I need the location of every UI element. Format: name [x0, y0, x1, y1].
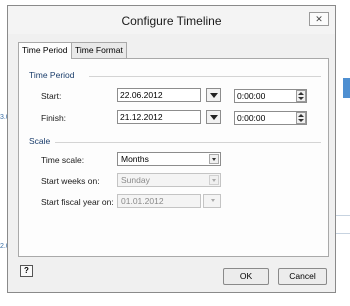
- time-scale-label: Time scale:: [41, 155, 85, 165]
- time-scale-value: Months: [121, 154, 149, 164]
- tab-time-format[interactable]: Time Format: [71, 42, 127, 58]
- spin-up-icon: [298, 114, 304, 117]
- tab-time-period[interactable]: Time Period: [18, 42, 72, 59]
- finish-label: Finish:: [41, 113, 67, 123]
- chevron-down-icon: [209, 154, 219, 164]
- help-icon: ?: [24, 266, 29, 275]
- fiscal-year-label: Start fiscal year on:: [41, 197, 114, 207]
- spin-down-icon: [298, 97, 304, 100]
- cancel-button[interactable]: Cancel: [278, 268, 327, 285]
- dialog-titlebar[interactable]: Configure Timeline ✕: [8, 6, 335, 34]
- background-gridline: [336, 215, 350, 216]
- chevron-down-icon: [209, 175, 219, 185]
- spin-up-icon: [298, 92, 304, 95]
- time-period-group-title: Time Period: [29, 70, 75, 80]
- start-time-spinner[interactable]: [296, 90, 306, 102]
- finish-date-picker-button[interactable]: [206, 110, 221, 124]
- start-label: Start:: [41, 91, 62, 101]
- start-date-input[interactable]: 22.06.2012: [117, 88, 201, 102]
- close-button[interactable]: ✕: [309, 12, 329, 26]
- time-scale-select[interactable]: Months: [117, 152, 221, 166]
- start-date-picker-button[interactable]: [206, 88, 221, 102]
- help-button[interactable]: ?: [20, 265, 33, 277]
- configure-timeline-dialog: Configure Timeline ✕ Time Period Time Fo…: [7, 5, 336, 293]
- background-accent-block: [343, 78, 350, 98]
- group-divider: [55, 142, 321, 143]
- spin-down-icon: [298, 119, 304, 122]
- start-weeks-select[interactable]: Sunday: [117, 173, 221, 187]
- fiscal-year-value: 01.01.2012: [121, 196, 164, 206]
- chevron-down-icon: [209, 196, 219, 206]
- finish-date-input[interactable]: 21.12.2012: [117, 110, 201, 124]
- group-divider: [89, 76, 321, 77]
- fiscal-year-picker-button[interactable]: [203, 194, 221, 208]
- finish-time-spinner[interactable]: [296, 112, 306, 124]
- fiscal-year-date-input[interactable]: 01.01.2012: [117, 194, 201, 208]
- start-weeks-value: Sunday: [121, 175, 150, 185]
- tab-panel-time-period: Time Period Start: 22.06.2012 0:00:00 Fi…: [18, 58, 329, 257]
- close-icon: ✕: [315, 14, 323, 24]
- scale-group-title: Scale: [29, 136, 51, 146]
- dialog-title: Configure Timeline: [121, 14, 222, 28]
- background-gridline: [336, 233, 350, 234]
- ok-button[interactable]: OK: [223, 268, 269, 285]
- start-weeks-label: Start weeks on:: [41, 176, 100, 186]
